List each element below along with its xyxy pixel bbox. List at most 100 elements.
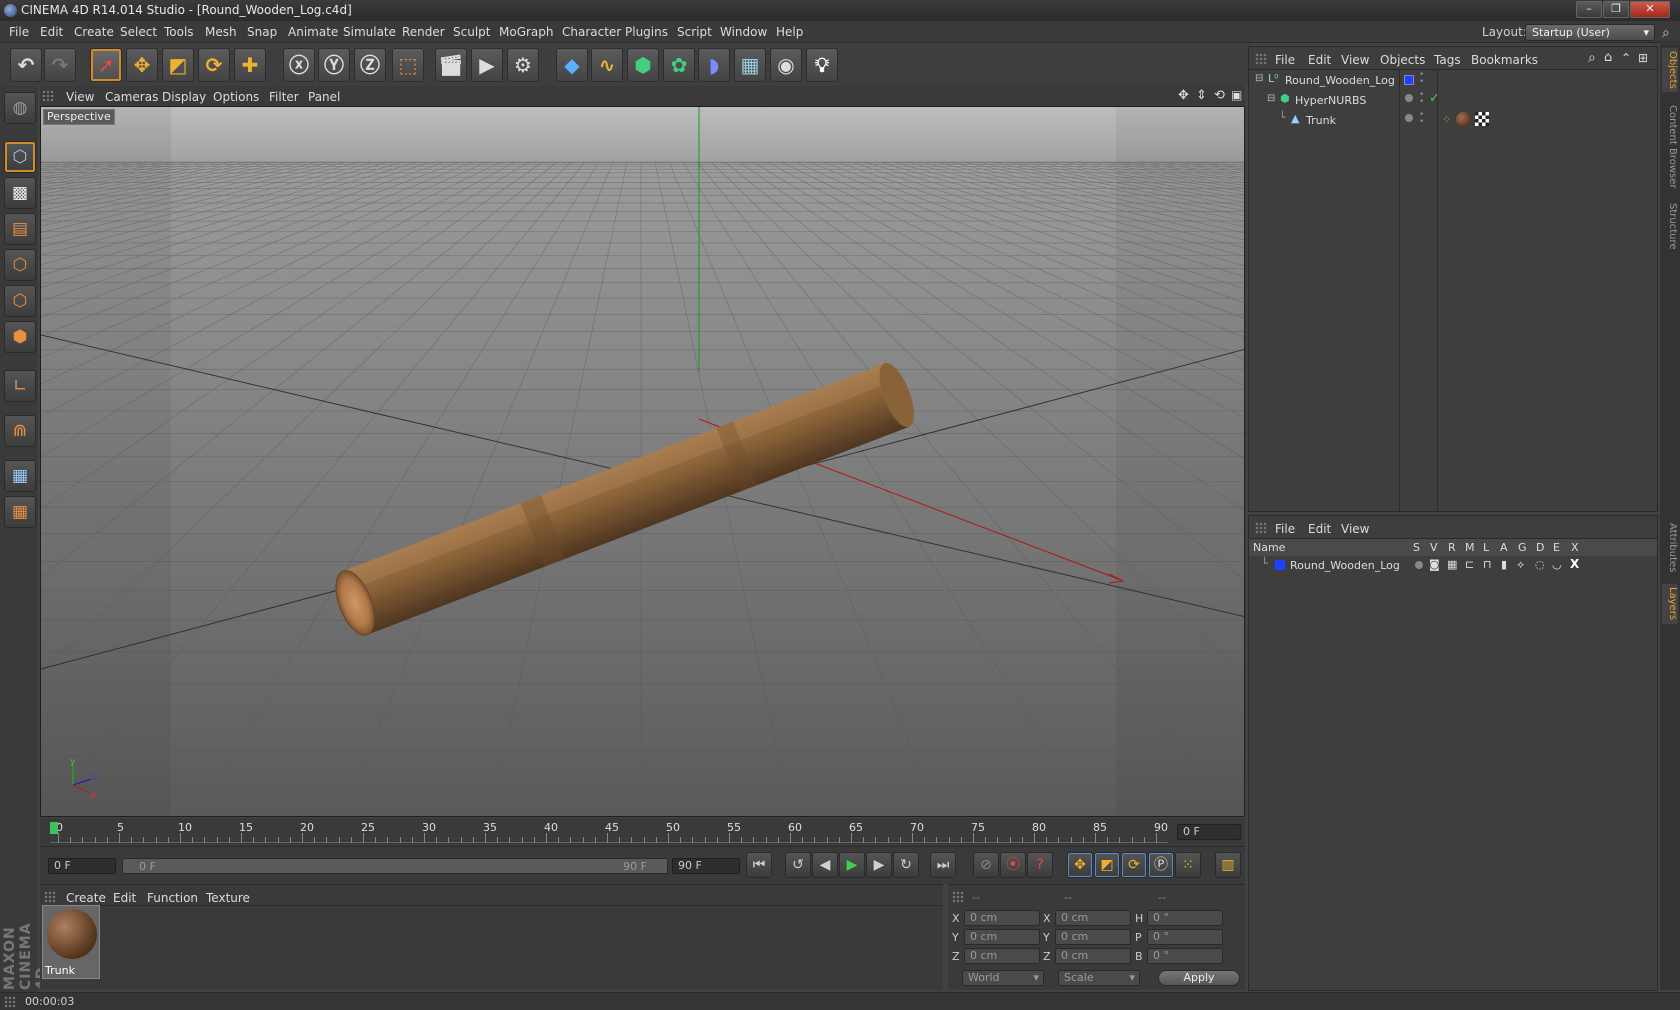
menu-tools[interactable]: Tools bbox=[164, 25, 194, 39]
live-selection-button[interactable]: ➚ bbox=[90, 48, 122, 82]
viewport-menu-display[interactable]: Display bbox=[162, 90, 206, 104]
prev-frame-button[interactable]: ◀ bbox=[812, 852, 838, 878]
viewport-layout-icon[interactable]: ▣ bbox=[1231, 88, 1242, 102]
manager-icon[interactable]: ⊏ bbox=[1465, 558, 1474, 571]
expression-icon[interactable]: ◡ bbox=[1552, 558, 1562, 571]
column-xrefs[interactable]: X bbox=[1571, 541, 1579, 554]
panel-handle[interactable] bbox=[44, 891, 56, 903]
column-manager[interactable]: M bbox=[1465, 541, 1475, 554]
menu-snap[interactable]: Snap bbox=[247, 25, 277, 39]
key-position-button[interactable]: ✥ bbox=[1067, 852, 1093, 878]
axis-mode-button[interactable]: ∟ bbox=[4, 370, 36, 402]
viewport-menu-cameras[interactable]: Cameras bbox=[105, 90, 158, 104]
coord-value-field[interactable]: 0 cm bbox=[1055, 910, 1131, 926]
undo-button[interactable]: ↶ bbox=[10, 48, 42, 82]
menu-create[interactable]: Create bbox=[74, 25, 114, 39]
minimize-button[interactable]: – bbox=[1576, 1, 1602, 18]
enabled-check-icon[interactable]: ✓ bbox=[1429, 91, 1440, 106]
camera-label[interactable]: Perspective bbox=[43, 109, 115, 125]
light-button[interactable]: 💡︎ bbox=[806, 48, 838, 82]
range-slider[interactable]: 0 F 90 F bbox=[122, 858, 668, 874]
menu-render[interactable]: Render bbox=[402, 25, 445, 39]
polygons-mode-button[interactable]: ⬢ bbox=[4, 321, 36, 353]
layer-row[interactable]: └ Round_Wooden_Log ◙ ▦ ⊏ ⊓ ▮ ⟡ ◌ ◡ X bbox=[1249, 557, 1657, 575]
menu-edit[interactable]: Edit bbox=[40, 25, 63, 39]
viewport-menu-view[interactable]: View bbox=[66, 90, 94, 104]
start-frame-field[interactable]: 0 F bbox=[48, 858, 116, 874]
search-icon[interactable]: ⌕ bbox=[1588, 50, 1596, 66]
menu-mograph[interactable]: MoGraph bbox=[499, 25, 554, 39]
xref-icon[interactable]: X bbox=[1570, 557, 1579, 571]
timeline-mode-button[interactable]: ▥ bbox=[1215, 852, 1241, 878]
next-frame-button[interactable]: ▶ bbox=[866, 852, 892, 878]
objects-menu-edit[interactable]: Edit bbox=[1308, 53, 1331, 67]
object-row[interactable]: └ ▲ Trunk • • ⁘ bbox=[1249, 111, 1657, 130]
viewport[interactable]: y z x Perspective bbox=[40, 106, 1245, 817]
coord-value-field[interactable]: 0 ° bbox=[1147, 910, 1223, 926]
goto-end-button[interactable]: ⏭ bbox=[930, 852, 956, 878]
workplane-mode-button[interactable]: ▤ bbox=[4, 213, 36, 245]
prev-key-button[interactable]: ↺ bbox=[785, 852, 811, 878]
objects-menu-file[interactable]: File bbox=[1275, 53, 1295, 67]
material-swatch-trunk[interactable]: Trunk bbox=[42, 905, 100, 979]
current-frame-field[interactable]: 0 F bbox=[1177, 824, 1241, 840]
solo-toggle[interactable] bbox=[1415, 561, 1423, 569]
viewport-menu-panel[interactable]: Panel bbox=[308, 90, 340, 104]
visibility-dots-icon[interactable]: • • bbox=[1419, 71, 1424, 87]
autokey-button[interactable]: ⦿ bbox=[1000, 852, 1026, 878]
apply-button[interactable]: Apply bbox=[1158, 970, 1240, 986]
uvw-tag-icon[interactable]: ⁘ bbox=[1442, 113, 1451, 126]
viewport-move-icon[interactable]: ✥ bbox=[1178, 88, 1189, 103]
camera-button[interactable]: ◉ bbox=[770, 48, 802, 82]
tree-expander-icon[interactable]: ⊟ bbox=[1255, 73, 1263, 84]
menu-plugins[interactable]: Plugins bbox=[625, 25, 668, 39]
timeline-ruler[interactable]: 0 5 10 15 20 25 30 35 40 45 50 55 60 65 70 75 80 85 90 bbox=[50, 821, 1168, 843]
eye-icon[interactable]: ◙ bbox=[1429, 558, 1440, 571]
coordinate-system-dropdown[interactable]: World ▾ bbox=[962, 970, 1044, 986]
coord-value-field[interactable]: 0 cm bbox=[964, 948, 1040, 964]
recent-tool-button[interactable]: ✚ bbox=[234, 48, 266, 82]
maximize-button[interactable]: ❐ bbox=[1603, 1, 1629, 18]
move-tool-button[interactable]: ✥ bbox=[126, 48, 158, 82]
coord-value-field[interactable]: 0 cm bbox=[1055, 929, 1131, 945]
coord-value-field[interactable]: 0 cm bbox=[964, 910, 1040, 926]
tree-expander-icon[interactable]: ⊟ bbox=[1267, 93, 1275, 104]
menu-sculpt[interactable]: Sculpt bbox=[453, 25, 490, 39]
render-icon[interactable]: ▦ bbox=[1447, 558, 1457, 571]
generator-icon[interactable]: ⟡ bbox=[1517, 558, 1524, 572]
objects-menu-objects[interactable]: Objects bbox=[1380, 53, 1425, 67]
object-row[interactable]: ⊟ L⁰ Round_Wooden_Log • • bbox=[1249, 71, 1657, 90]
layers-menu-edit[interactable]: Edit bbox=[1308, 522, 1331, 536]
tab-attributes[interactable]: Attributes bbox=[1662, 520, 1678, 576]
menu-simulate[interactable]: Simulate bbox=[343, 25, 396, 39]
key-pla-button[interactable]: ⁙ bbox=[1175, 852, 1201, 878]
menu-script[interactable]: Script bbox=[677, 25, 712, 39]
panel-handle[interactable] bbox=[952, 891, 964, 903]
layer-dot[interactable] bbox=[1405, 114, 1413, 122]
cube-button[interactable]: ◆ bbox=[556, 48, 588, 82]
search-icon[interactable]: ⌕ bbox=[1662, 25, 1670, 41]
column-locked[interactable]: L bbox=[1483, 541, 1489, 554]
layer-dot[interactable] bbox=[1405, 94, 1413, 102]
coord-value-field[interactable]: 0 ° bbox=[1147, 929, 1223, 945]
render-picture-viewer-button[interactable]: ▶ bbox=[471, 48, 503, 82]
workplane-lock-button[interactable]: ▦ bbox=[4, 460, 36, 492]
coord-value-field[interactable]: 0 cm bbox=[1055, 948, 1131, 964]
deformer-button[interactable]: ◗ bbox=[698, 48, 730, 82]
layer-color-swatch[interactable] bbox=[1404, 75, 1414, 85]
end-frame-field[interactable]: 90 F bbox=[672, 858, 740, 874]
y-axis-lock-button[interactable]: Ⓨ bbox=[318, 48, 350, 82]
key-parameter-button[interactable]: Ⓟ bbox=[1148, 852, 1174, 878]
timeline[interactable]: 0 5 10 15 20 25 30 35 40 45 50 55 60 65 70 75 80 85 90 0 F bbox=[40, 818, 1245, 846]
coordinate-system-button[interactable]: ⬚ bbox=[392, 48, 424, 82]
checker-tag-icon[interactable] bbox=[1475, 112, 1489, 126]
playhead[interactable] bbox=[50, 822, 58, 834]
home-icon[interactable]: ⌂ bbox=[1604, 50, 1612, 65]
planar-workplane-button[interactable]: ▦ bbox=[4, 496, 36, 528]
redo-button[interactable]: ↷ bbox=[44, 48, 76, 82]
objects-menu-bookmarks[interactable]: Bookmarks bbox=[1471, 53, 1538, 67]
viewport-rotate-icon[interactable]: ⟲ bbox=[1214, 88, 1225, 103]
panel-handle[interactable] bbox=[42, 90, 54, 102]
coord-value-field[interactable]: 0 cm bbox=[964, 929, 1040, 945]
menu-character[interactable]: Character bbox=[562, 25, 621, 39]
